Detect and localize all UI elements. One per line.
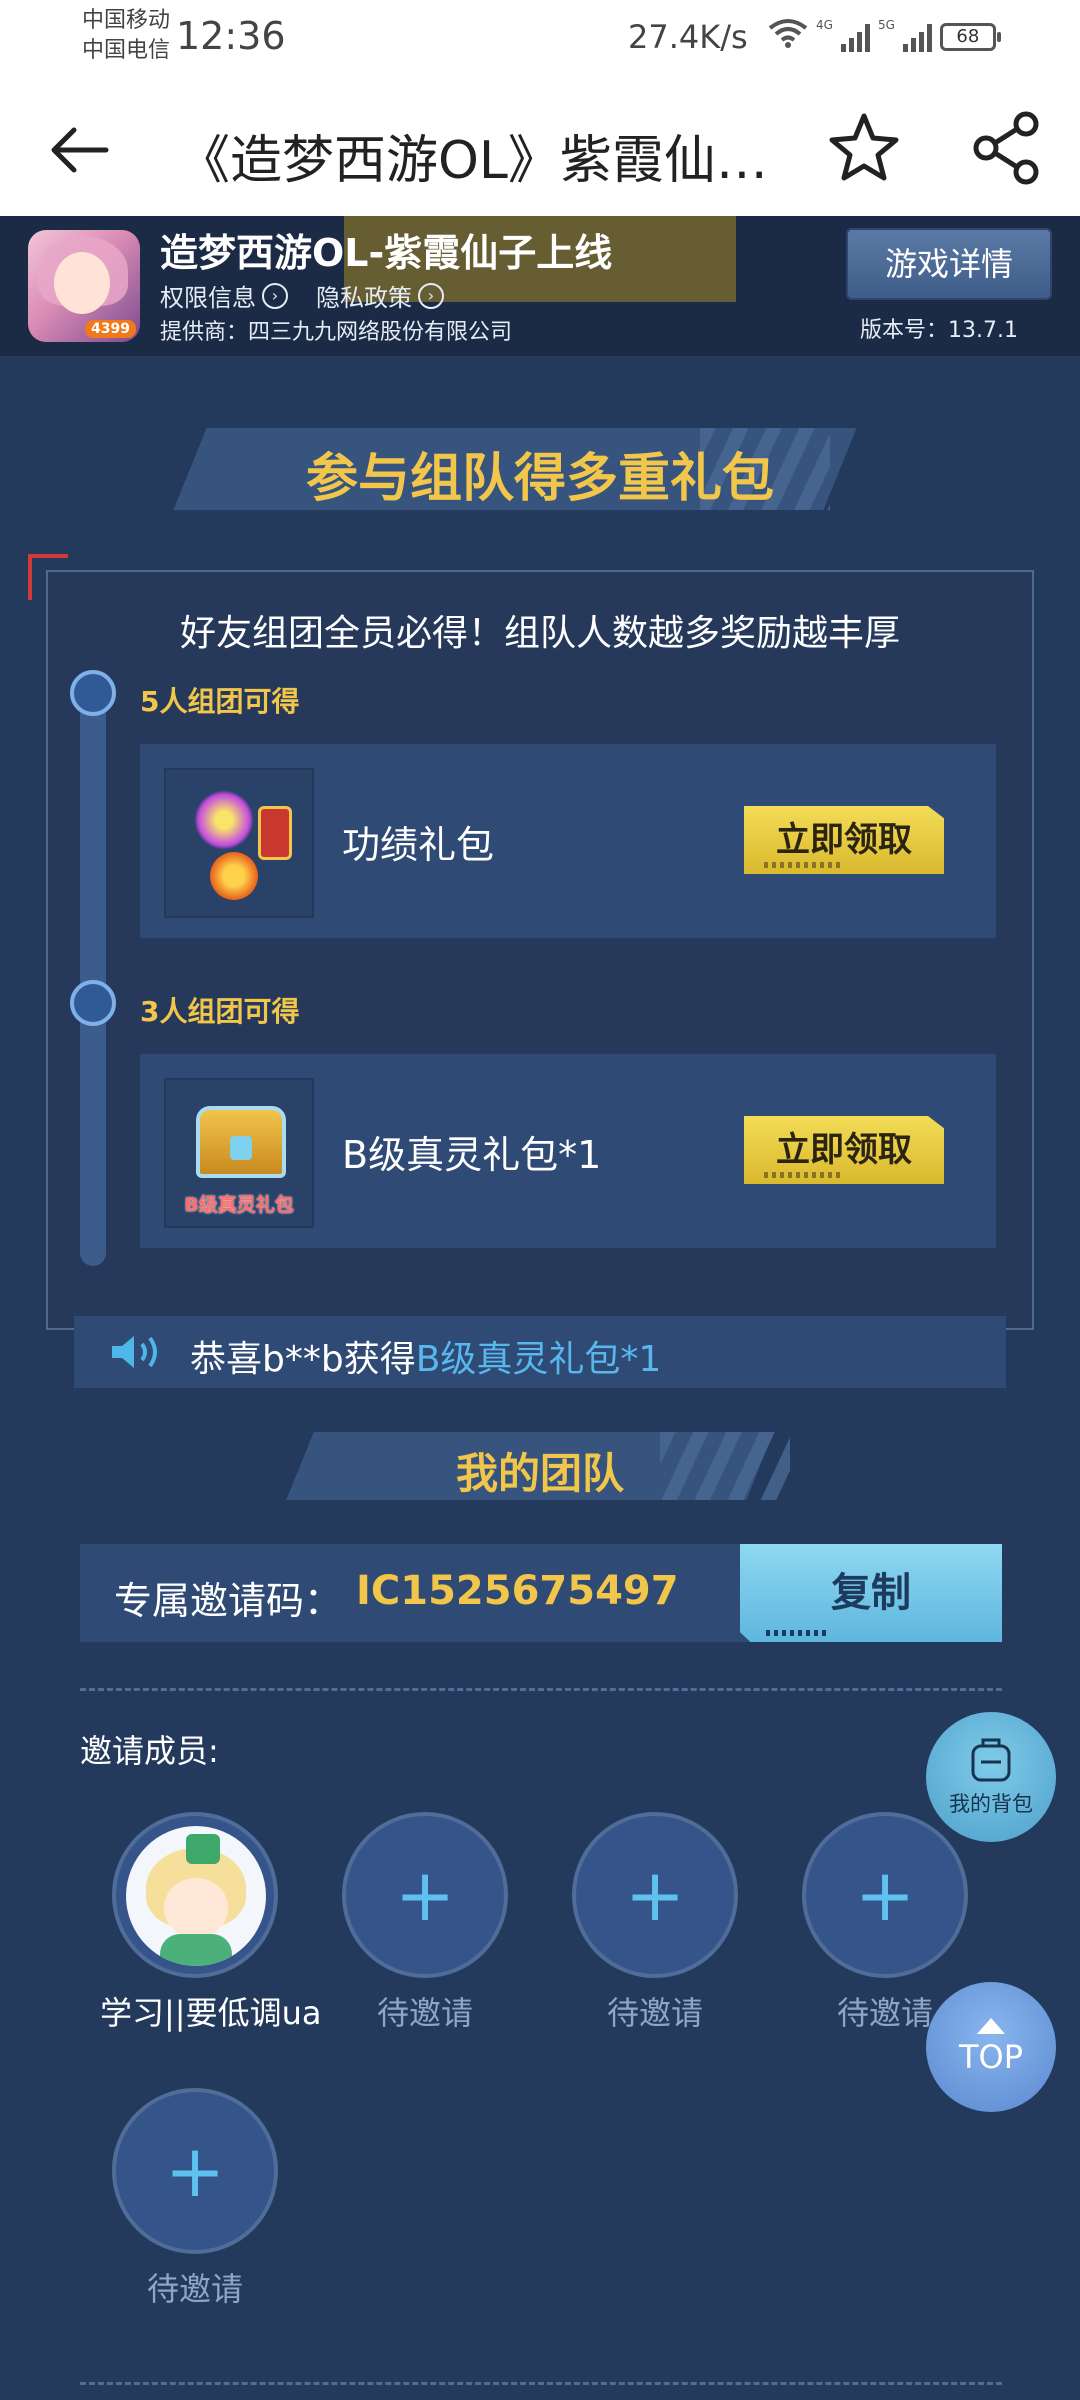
spark-shape [194,790,254,850]
member-name: 待邀请 [606,1994,703,2032]
plus-icon: + [854,1853,916,1937]
lock-shape [230,1136,252,1160]
member-slot-empty[interactable]: + 待邀请 [560,1812,750,2034]
game-details-button[interactable]: 游戏详情 [846,228,1052,300]
dashed-divider [80,2382,1002,2385]
member-name: 待邀请 [376,1994,473,2032]
member-name: 待邀请 [146,2270,243,2308]
reward-name: 功绩礼包 [342,823,495,867]
speaker-icon [112,1336,157,1368]
permissions-label: 权限信息 [160,284,256,312]
tier-label: 5人组团可得 [140,685,300,718]
claim-button[interactable]: 立即领取 [744,806,944,874]
treasure-chest-icon: B级真灵礼包 [164,1078,314,1228]
plus-icon: + [624,1853,686,1937]
scroll-top-label: TOP [958,2038,1024,2076]
network-speed: 27.4K/s [628,18,748,56]
back-arrow-icon[interactable] [44,114,116,186]
avatar [126,1826,266,1966]
merit-gift-icon [164,768,314,918]
avatar-face [164,1878,228,1938]
member-name: 学习||要低调ua [100,1994,322,2032]
timeline-dot [70,670,116,716]
signal-bars-icon [840,22,870,52]
timeline-dot [70,980,116,1026]
invite-slot: + [342,1812,508,1978]
chest-caption: B级真灵礼包 [184,1194,294,1216]
backpack-icon [971,1738,1011,1782]
team-up-title: 参与组队得多重礼包 [305,449,774,509]
member-slot[interactable]: 学习||要低调ua [100,1812,322,2034]
net-label-1: 4G [816,18,833,32]
share-icon[interactable] [970,110,1046,186]
privacy-label: 隐私政策 [316,284,412,312]
game-name: 造梦西游OL-紫霞仙子上线 [160,231,613,275]
game-links: 权限信息 › 隐私政策 › [160,278,444,313]
game-info-strip: 4399 造梦西游OL-紫霞仙子上线 权限信息 › 隐私政策 › 提供商：四三九… [0,216,1080,356]
members-label: 邀请成员: [80,1732,219,1770]
reward-row-merit: 功绩礼包 立即领取 [140,744,996,938]
notice-highlight: B级真灵礼包*1 [415,1339,662,1380]
invite-code-label: 专属邀请码： [114,1579,343,1623]
chevron-right-icon: › [262,282,288,309]
plus-icon: + [394,1853,456,1937]
star-icon[interactable] [826,110,902,186]
invite-slot: + [112,2088,278,2254]
app-bar: 《造梦西游OL》紫霞仙… [0,80,1080,216]
invite-slot: + [802,1812,968,1978]
rewards-subtitle: 好友组团全员必得！组队人数越多奖励越丰厚 [179,613,900,654]
carrier-2: 中国电信 [82,38,171,63]
signal-bars-icon [902,22,932,52]
avatar-body [160,1934,232,1966]
signal-icons: 4G 5G 68 [768,18,1001,56]
reward-name: B级真灵礼包*1 [342,1133,602,1177]
my-team-title: 我的团队 [455,1449,624,1498]
dashed-divider [80,1688,1002,1691]
member-avatar [112,1812,278,1978]
game-icon[interactable]: 4399 [28,230,140,342]
clock: 12:36 [176,14,286,58]
status-bar: 中国移动 中国电信 12:36 27.4K/s 4G 5G 68 [0,0,1080,80]
chevron-right-icon: › [418,282,444,309]
plus-icon: + [164,2129,226,2213]
member-slot-empty[interactable]: + 待邀请 [100,2088,290,2310]
my-bag-label: 我的背包 [949,1792,1033,1816]
page-title: 《造梦西游OL》紫霞仙… [178,131,768,191]
battery-icon: 68 [939,23,1001,51]
wifi-icon [768,18,808,56]
provider-text: 提供商：四三九九网络股份有限公司 [160,320,513,345]
privacy-link[interactable]: 隐私政策 › [316,278,444,313]
game-icon-face [54,252,110,314]
invite-slot: + [572,1812,738,1978]
invite-code-value: IC1525675497 [356,1568,679,1614]
my-bag-button[interactable]: 我的背包 [926,1712,1056,1842]
scroll-top-button[interactable]: TOP [926,1982,1056,2112]
coin-shape [210,852,258,900]
game-icon-tag: 4399 [85,320,136,338]
member-slot-empty[interactable]: + 待邀请 [330,1812,520,2034]
carrier-1: 中国移动 [82,8,171,33]
tier-label: 3人组团可得 [140,995,300,1028]
claim-button[interactable]: 立即领取 [744,1116,944,1184]
arrow-up-icon [977,2018,1005,2034]
version-text: 版本号：13.7.1 [860,318,1018,343]
avatar-hat [186,1834,220,1864]
carrier-info: 中国移动 中国电信 [82,6,170,66]
net-label-2: 5G [877,18,895,32]
winner-notice: 恭喜b**b获得B级真灵礼包*1 [74,1316,1006,1388]
notice-prefix: 恭喜b**b获得 [190,1339,416,1380]
token-shape [258,806,292,860]
invite-code-row: 专属邀请码： IC1525675497 复制 [80,1544,1002,1642]
copy-button[interactable]: 复制 [740,1544,1002,1642]
reward-row-chest: B级真灵礼包 B级真灵礼包*1 立即领取 [140,1054,996,1248]
permissions-link[interactable]: 权限信息 › [160,278,288,313]
notice-text: 恭喜b**b获得B级真灵礼包*1 [190,1330,661,1382]
